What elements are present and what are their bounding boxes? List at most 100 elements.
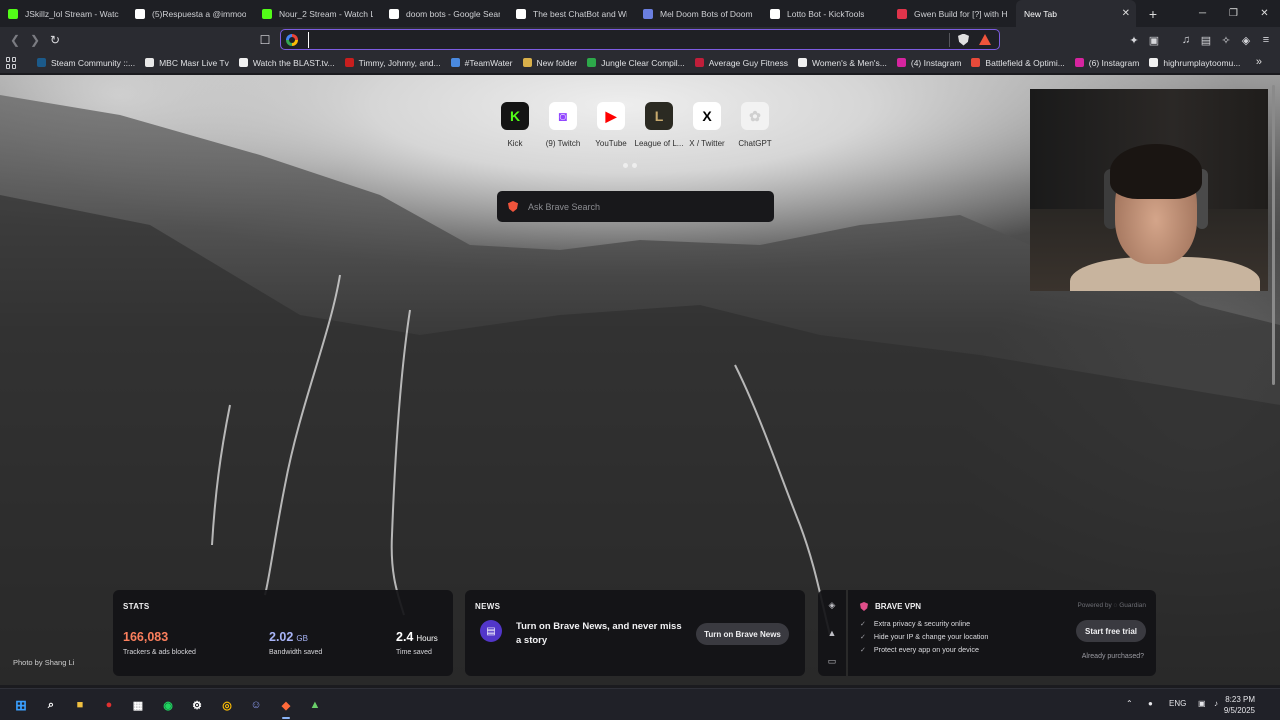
media-icon[interactable]: ♫	[1178, 32, 1194, 48]
address-input[interactable]	[308, 31, 949, 48]
tab[interactable]: Lotto Bot - KickTools	[762, 0, 889, 27]
tray-overflow-icon[interactable]: ⌃	[1126, 699, 1133, 708]
app-icon[interactable]: ●	[98, 694, 120, 716]
sidebar-icon[interactable]: ▤	[1198, 32, 1214, 48]
top-site-tile[interactable]: ◙ (9) Twitch	[543, 102, 583, 148]
vpn-feature: ✓ Extra privacy & security online	[860, 619, 971, 628]
menu-icon[interactable]: ≡	[1258, 32, 1274, 48]
microphone-icon[interactable]: ●	[1148, 699, 1153, 708]
bookmark-label: Average Guy Fitness	[708, 57, 788, 68]
bookmark-label: (6) Instagram	[1088, 57, 1140, 68]
brave-shields-icon[interactable]	[958, 33, 969, 46]
bookmark-favicon-icon	[450, 58, 460, 67]
address-bar[interactable]	[280, 29, 1000, 50]
bandwidth-unit: GB	[296, 634, 308, 643]
bookmark-item[interactable]: Timmy, Johnny, and...	[340, 58, 446, 68]
tab-strip: JSkillz_lol Stream - Watch (5)Respuesta a…	[0, 0, 1280, 27]
reload-button[interactable]: ↻	[46, 31, 64, 49]
bookmark-favicon-icon	[694, 58, 704, 67]
leo-ai-icon[interactable]: ✧	[1218, 32, 1234, 48]
tab[interactable]: The best ChatBot and Wid	[508, 0, 635, 27]
chrome-icon[interactable]: ◎	[216, 694, 238, 716]
bandwidth-stat: 2.02 GB Bandwidth saved	[269, 630, 322, 656]
store-icon[interactable]: ▦	[127, 694, 149, 716]
kick-icon	[262, 8, 272, 19]
already-purchased-link[interactable]: Already purchased?	[1082, 653, 1144, 660]
top-site-label: X / Twitter	[689, 139, 725, 148]
top-site-tile[interactable]: ▶ YouTube	[591, 102, 631, 148]
tab[interactable]: doom bots - Google Searc	[381, 0, 508, 27]
tab[interactable]: (5)Respuesta a @immoosh	[127, 0, 254, 27]
language-indicator[interactable]: ENG	[1169, 699, 1186, 708]
search-icon[interactable]: ⌕	[40, 694, 62, 716]
bookmark-label: Steam Community ::...	[51, 57, 136, 68]
forward-button[interactable]: ❯	[26, 31, 44, 49]
file-explorer-icon[interactable]: ■	[69, 694, 91, 716]
new-tab-button[interactable]: +	[1142, 3, 1164, 25]
vpn-feature: ✓ Hide your IP & change your location	[860, 632, 989, 641]
clock[interactable]: 8:23 PM 9/5/2025	[1224, 694, 1255, 716]
apps-icon[interactable]	[6, 56, 18, 69]
vpn-icon[interactable]: ◈	[1238, 32, 1254, 48]
spotify-icon[interactable]: ◉	[157, 694, 179, 716]
start-icon[interactable]: ⊞	[10, 694, 32, 716]
bookmark-item[interactable]: (4) Instagram	[892, 58, 967, 68]
volume-icon[interactable]: ♪	[1214, 699, 1218, 708]
restore-button[interactable]: ❐	[1218, 0, 1249, 27]
back-button[interactable]: ❮	[6, 31, 24, 49]
vpn-widget: BRAVE VPN Powered by ◌ Guardian ✓ Extra p…	[848, 590, 1156, 676]
discord-icon[interactable]: ☺	[245, 694, 267, 716]
tab[interactable]: Gwen Build for [?] with Hi	[889, 0, 1016, 27]
window-controls: ─ ❐ ✕	[1187, 0, 1280, 27]
bookmark-favicon-icon	[896, 58, 906, 67]
wallet-icon[interactable]: ▣	[1146, 32, 1162, 48]
minimize-button[interactable]: ─	[1187, 0, 1218, 27]
tab[interactable]: Mel Doom Bots of Doom	[635, 0, 762, 27]
new-tab-page: K Kick ◙ (9) Twitch ▶ YouTube L League of L... X…	[0, 75, 1280, 685]
steam-icon[interactable]: ⚙	[186, 694, 208, 716]
photo-credit[interactable]: Photo by Shang Li	[13, 658, 74, 667]
bookmark-item[interactable]: Average Guy Fitness	[690, 58, 793, 68]
bookmark-item[interactable]: highrumplaytoomu...	[1144, 58, 1245, 68]
top-site-tile[interactable]: L League of L...	[635, 102, 683, 148]
talk-tab-icon[interactable]: ▲	[827, 628, 837, 638]
turn-on-news-button[interactable]: Turn on Brave News	[696, 623, 789, 645]
top-site-tile[interactable]: ✿ ChatGPT	[735, 102, 775, 148]
brave-browser-icon[interactable]: ◆	[275, 694, 297, 719]
tab-title: Gwen Build for [?] with Hi	[914, 8, 1008, 19]
bookmark-item[interactable]: Battlefield & Optimi...	[966, 58, 1069, 68]
tab-new-tab[interactable]: New Tab ✕	[1016, 0, 1136, 27]
bookmark-item[interactable]: (6) Instagram	[1070, 58, 1145, 68]
app-icon-2[interactable]: ▲	[304, 694, 326, 716]
vpn-tab-icon[interactable]: ◈	[827, 600, 837, 610]
brave-rewards-icon[interactable]	[979, 34, 991, 45]
scrollbar[interactable]	[1270, 85, 1276, 385]
bookmarks-overflow-icon[interactable]: »	[1256, 56, 1262, 68]
bookmark-item[interactable]: Watch the BLAST.tv...	[234, 58, 340, 68]
pagination-dots	[623, 163, 637, 168]
vpn-powered-by: Powered by ◌ Guardian	[1077, 602, 1146, 609]
bookmark-item[interactable]: New folder	[518, 58, 583, 68]
close-tab-icon[interactable]: ✕	[1122, 8, 1130, 19]
google-icon	[389, 8, 399, 19]
bookmark-item[interactable]: Steam Community ::...	[32, 58, 140, 68]
cards-tab-icon[interactable]: ▭	[827, 656, 837, 666]
bookmark-item[interactable]: #TeamWater	[446, 58, 518, 68]
bookmark-item[interactable]: MBC Masr Live Tv	[140, 58, 234, 68]
close-window-button[interactable]: ✕	[1249, 0, 1280, 27]
bookmark-item[interactable]: Jungle Clear Compil...	[582, 58, 690, 68]
brave-search-box[interactable]: Ask Brave Search	[497, 191, 774, 222]
bookmark-icon[interactable]: ☐	[256, 31, 274, 49]
bookmark-favicon-icon	[1074, 58, 1084, 67]
network-icon[interactable]: ▣	[1198, 699, 1206, 708]
top-site-tile[interactable]: K Kick	[495, 102, 535, 148]
extensions-icon[interactable]: ✦	[1126, 32, 1142, 48]
tab[interactable]: JSkillz_lol Stream - Watch	[0, 0, 127, 27]
kicktools-icon	[770, 8, 780, 19]
bookmark-item[interactable]: Women's & Men's...	[793, 58, 892, 68]
top-site-icon: X	[693, 102, 721, 130]
tab[interactable]: Nour_2 Stream - Watch Li	[254, 0, 381, 27]
start-free-trial-button[interactable]: Start free trial	[1076, 620, 1146, 642]
top-site-tile[interactable]: X X / Twitter	[687, 102, 727, 148]
clock-date: 9/5/2025	[1223, 706, 1255, 715]
